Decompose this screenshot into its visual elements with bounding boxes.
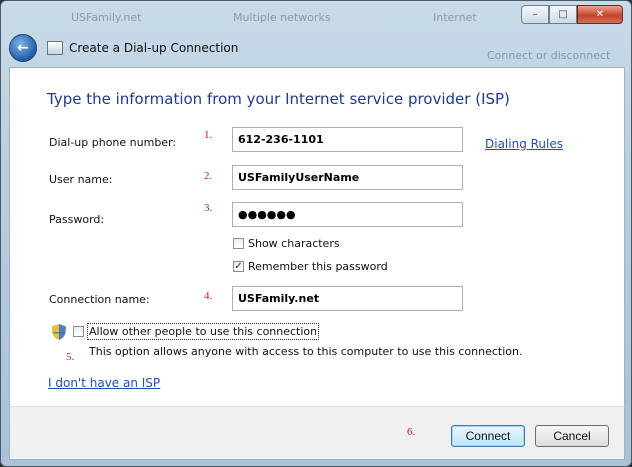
phone-number-input[interactable] — [232, 127, 463, 152]
background-ghost-text: Multiple networks — [233, 11, 331, 24]
password-label: Password: — [49, 213, 105, 226]
connection-name-label: Connection name: — [49, 293, 150, 306]
remember-password-checkbox[interactable]: ✓ — [233, 261, 244, 272]
back-arrow-icon: ← — [17, 40, 29, 56]
page-heading: Type the information from your Internet … — [47, 90, 510, 108]
no-isp-link[interactable]: I don't have an ISP — [48, 376, 160, 390]
username-input[interactable] — [232, 165, 463, 190]
allow-others-checkbox[interactable] — [73, 326, 84, 337]
dialog-window: USFamily.net Multiple networks Internet … — [0, 0, 632, 467]
allow-others-description: This option allows anyone with access to… — [89, 345, 523, 358]
annotation-1: 1. — [204, 129, 213, 141]
remember-password-label: Remember this password — [248, 260, 388, 273]
close-button[interactable]: ✕ — [577, 5, 623, 24]
wizard-header: ← Create a Dial-up Connection — [9, 33, 623, 63]
cancel-button[interactable]: Cancel — [535, 425, 609, 447]
caption-buttons: – □ ✕ — [521, 5, 623, 24]
background-ghost-text: USFamily.net — [71, 11, 142, 24]
allow-others-label: Allow other people to use this connectio… — [86, 323, 320, 340]
connect-button[interactable]: Connect — [451, 425, 525, 447]
annotation-6: 6. — [407, 426, 416, 438]
window-title: Create a Dial-up Connection — [69, 41, 239, 55]
back-button[interactable]: ← — [9, 34, 37, 62]
annotation-3: 3. — [204, 202, 213, 214]
maximize-button[interactable]: □ — [549, 5, 577, 24]
wizard-content: Type the information from your Internet … — [9, 67, 625, 407]
password-input[interactable] — [232, 202, 463, 227]
dialing-rules-link[interactable]: Dialing Rules — [485, 137, 563, 151]
dialup-connection-icon — [47, 41, 63, 55]
show-characters-checkbox[interactable] — [233, 238, 244, 249]
phone-label: Dial-up phone number: — [49, 136, 177, 149]
annotation-2: 2. — [204, 170, 213, 182]
background-ghost-text: Internet — [433, 11, 477, 24]
connection-name-input[interactable] — [232, 286, 463, 311]
wizard-footer: 6. Connect Cancel — [9, 406, 625, 460]
annotation-4: 4. — [204, 290, 213, 302]
uac-shield-icon — [52, 324, 66, 340]
username-label: User name: — [49, 173, 113, 186]
show-characters-label: Show characters — [248, 237, 340, 250]
minimize-button[interactable]: – — [521, 5, 549, 24]
annotation-5: 5. — [66, 351, 75, 363]
